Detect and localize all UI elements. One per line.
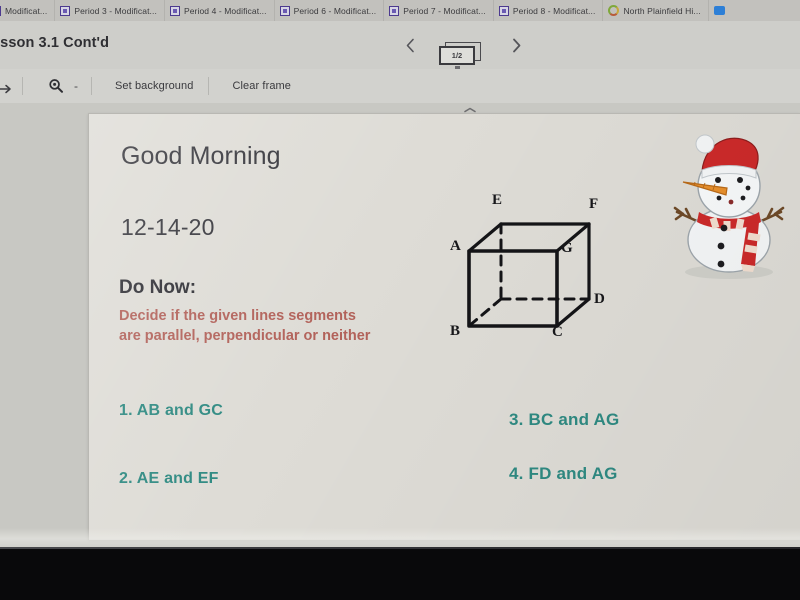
slide-stack-icon: 1/2 [439,46,475,65]
next-slide-button[interactable] [504,33,528,57]
redo-arrow-icon [0,84,11,93]
classroom-icon [498,5,509,16]
slide-counter-label: 1/2 [451,51,463,60]
vertex-label-E: E [492,192,503,208]
question-3: 3. BC and AG [509,410,620,429]
slide-toolbar: - Set background Clear frame [0,69,800,103]
redo-button[interactable] [0,73,18,99]
do-now-instructions: Decide if the given lines segments are p… [119,306,419,346]
cube-diagram: E F A G D B C [444,186,634,346]
tab-title: Period 4 - Modificat... [183,5,267,16]
snowman-drawing [673,134,785,279]
do-now-line-1: Decide if the given lines segments [119,308,356,324]
vertex-label-G: G [561,240,573,256]
classroom-icon [169,5,180,16]
vertex-label-C: C [552,324,563,340]
clear-frame-button[interactable]: Clear frame [221,76,302,96]
browser-tab[interactable]: Period 8 - Modificat... [494,0,604,21]
window-icon [713,6,725,15]
tab-title: Period 7 - Modificat... [403,5,486,16]
classroom-icon [279,5,290,16]
vertex-label-F: F [589,196,599,212]
hat-pompom [695,134,715,154]
presentation-header: esson 3.1 Cont'd 1/2 [0,21,800,69]
cube-drawing [467,222,591,328]
chevron-left-icon [406,38,414,52]
page-title: esson 3.1 Cont'd [0,35,110,51]
do-now-heading: Do Now: [119,277,197,298]
question-1: 1. AB and GC [119,402,224,419]
browser-tab[interactable] [709,0,732,21]
browser-tab-strip: Modificat... Period 3 - Modificat... Per… [0,0,800,21]
browser-tab[interactable]: Period 6 - Modificat... [275,0,385,21]
browser-tab[interactable]: Period 3 - Modificat... [55,0,165,21]
classroom-icon [60,5,71,16]
vertex-label-A: A [450,238,461,254]
slide-content[interactable]: Good Morning 12-14-20 Do Now: Decide if … [88,113,800,540]
tab-title: North Plainfield Hi... [623,5,701,16]
snowman-illustration [669,126,789,286]
classroom-icon [389,5,400,16]
slide-date: 12-14-20 [121,214,215,240]
toolbar-divider [22,77,23,95]
do-now-line-2: are parallel, perpendicular or neither [119,328,371,344]
browser-tab[interactable]: North Plainfield Hi... [603,0,709,21]
zoom-level: - [74,79,78,93]
tab-title: Period 6 - Modificat... [293,5,377,16]
slide-counter[interactable]: 1/2 [439,42,481,69]
zoom-button[interactable] [43,73,69,99]
toolbar-divider [208,77,210,95]
slide-canvas-area: Good Morning 12-14-20 Do Now: Decide if … [0,103,800,547]
tab-title: Modificat... [5,5,48,16]
monitor-bezel [0,547,800,600]
photographed-screen: Modificat... Period 3 - Modificat... Per… [0,0,800,547]
slide-greeting: Good Morning [121,142,281,170]
tab-title: Period 8 - Modificat... [512,5,596,16]
tab-title: Period 3 - Modificat... [74,5,157,16]
google-icon [608,5,620,16]
vertex-label-D: D [594,291,605,307]
toolbar-divider [91,77,92,95]
question-4: 4. FD and AG [509,464,618,483]
browser-tab[interactable]: Modificat... [0,0,56,21]
browser-tab[interactable]: Period 4 - Modificat... [165,0,275,21]
browser-tab[interactable]: Period 7 - Modificat... [384,0,494,21]
chevron-right-icon [512,38,520,52]
magnifier-icon [49,79,63,93]
question-2: 2. AE and EF [119,470,219,487]
previous-slide-button[interactable] [398,33,422,57]
vertex-label-B: B [450,323,461,339]
set-background-button[interactable]: Set background [104,76,204,96]
bezel-highlight [0,547,800,549]
classroom-icon [0,5,1,16]
